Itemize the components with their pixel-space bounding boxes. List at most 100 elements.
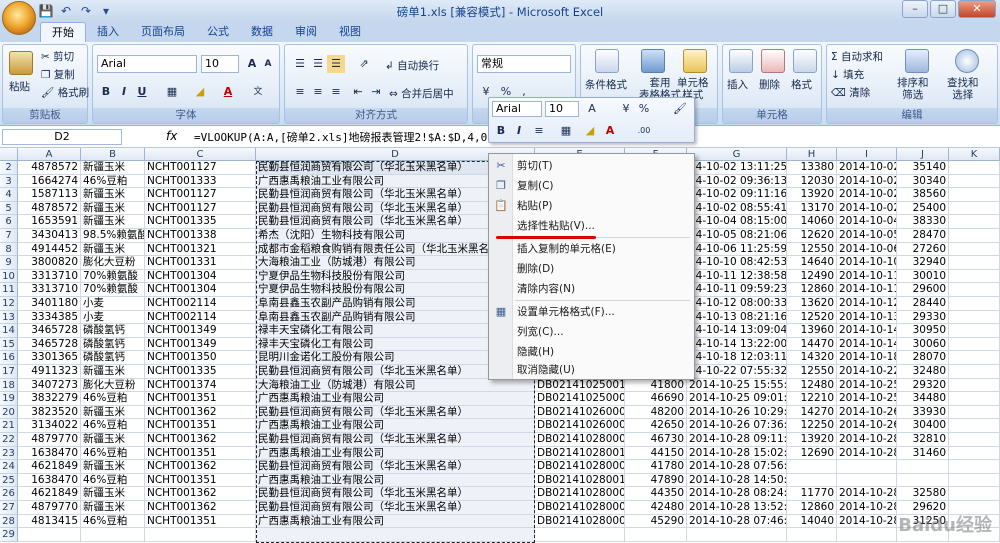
cell-k[interactable] [949, 229, 1000, 243]
mini-percent-icon[interactable]: % [635, 100, 653, 118]
cell-e[interactable] [535, 528, 625, 542]
cell-h[interactable]: 12030 [787, 174, 837, 189]
cell-c[interactable]: NCHT001127 [145, 188, 256, 202]
cell-e[interactable]: DB021410280010 [535, 473, 625, 488]
cell-i[interactable]: 2014-10-05 [837, 229, 897, 243]
cell-c[interactable]: NCHT001362 [145, 501, 256, 515]
mini-italic-icon[interactable]: I [510, 122, 528, 140]
row-header[interactable]: 24 [0, 460, 18, 474]
cell-c[interactable] [145, 528, 256, 542]
cell-b[interactable]: 新疆玉米 [81, 365, 145, 379]
menu-item-paste-special[interactable]: 选择性粘贴(V)... [489, 216, 694, 236]
cell-k[interactable] [949, 269, 1000, 284]
cell-b[interactable]: 70%赖氨酸 [81, 269, 145, 284]
cell-k[interactable] [949, 337, 1000, 352]
cell-h[interactable]: 12550 [787, 365, 837, 379]
cell-c[interactable]: NCHT001374 [145, 378, 256, 393]
cell-a[interactable]: 4914452 [18, 242, 81, 257]
cell-i[interactable]: 2014-10-11 [837, 269, 897, 284]
cell-i[interactable]: 2014-10-11 [837, 283, 897, 297]
cell-g[interactable]: 14-10-14 13:09:04 [687, 324, 787, 338]
wrap-text-button[interactable]: ↲ 自动换行 [385, 58, 439, 73]
cell-g[interactable]: 14-10-02 13:11:25 [687, 161, 787, 175]
cell-f[interactable]: 45290 [625, 514, 687, 529]
row-header[interactable]: 5 [0, 201, 18, 216]
cell-i[interactable]: 2014-10-18 [837, 351, 897, 365]
cell-h[interactable]: 12480 [787, 378, 837, 393]
row-header[interactable]: 16 [0, 351, 18, 365]
cell-i[interactable]: 2014-10-28 [837, 487, 897, 501]
cell-h[interactable]: 12860 [787, 501, 837, 515]
cell-d[interactable]: 民勤县恒润商贸有限公司（华北玉米黑名单） [256, 460, 535, 474]
cell-k[interactable] [949, 215, 1000, 229]
cell-e[interactable]: DB021410250004 [535, 392, 625, 406]
cell-g[interactable]: 14-10-02 08:55:41 [687, 201, 787, 216]
cell-j[interactable] [897, 460, 949, 474]
menu-item-copy[interactable]: ❐ 复制(C) [489, 176, 694, 196]
row-header[interactable]: 26 [0, 487, 18, 501]
cell-b[interactable] [81, 528, 145, 542]
cell-i[interactable]: 2014-10-02 [837, 188, 897, 202]
delete-cells-icon[interactable] [761, 49, 785, 73]
delete-cells-button[interactable]: 删除 [759, 77, 780, 92]
row-header[interactable]: 17 [0, 365, 18, 379]
cell-b[interactable]: 小麦 [81, 310, 145, 325]
row-header[interactable]: 27 [0, 501, 18, 515]
cell-k[interactable] [949, 487, 1000, 501]
cell-b[interactable]: 新疆玉米 [81, 487, 145, 501]
insert-cells-icon[interactable] [729, 49, 753, 73]
tab-review[interactable]: 审阅 [284, 22, 328, 42]
fill-color-icon[interactable]: ◢ [191, 83, 209, 101]
row-header[interactable]: 22 [0, 433, 18, 447]
format-cells-icon[interactable] [793, 49, 817, 73]
cell-g[interactable]: 2014-10-28 09:11:31 [687, 433, 787, 447]
cell-j[interactable]: 30340 [897, 174, 949, 189]
cell-i[interactable]: 2014-10-02 [837, 161, 897, 175]
mini-format-painter-icon[interactable]: 🖌 [671, 100, 689, 118]
undo-icon[interactable]: ↶ [58, 3, 74, 19]
close-button[interactable]: ✕ [958, 0, 996, 18]
row-header[interactable]: 9 [0, 256, 18, 270]
cell-a[interactable]: 1653591 [18, 215, 81, 229]
cell-j[interactable]: 32810 [897, 433, 949, 447]
cell-g[interactable]: 14-10-18 12:03:11 [687, 351, 787, 365]
font-size-box[interactable]: 10 [201, 55, 239, 73]
cell-k[interactable] [949, 446, 1000, 461]
cell-c[interactable]: NCHT001321 [145, 242, 256, 257]
cell-h[interactable]: 14040 [787, 514, 837, 529]
cell-a[interactable]: 3134022 [18, 419, 81, 433]
cell-g[interactable]: 14-10-11 09:59:23 [687, 283, 787, 297]
cell-c[interactable]: NCHT001351 [145, 473, 256, 488]
format-painter-button[interactable]: 🖌 格式刷 [41, 85, 89, 100]
cell-f[interactable] [625, 528, 687, 542]
cell-d[interactable]: 大海粮油工业（防城港）有限公司 [256, 378, 535, 393]
cell-g[interactable]: 14-10-02 09:11:16 [687, 188, 787, 202]
tab-page-layout[interactable]: 页面布局 [130, 22, 196, 42]
cell-c[interactable]: NCHT001350 [145, 351, 256, 365]
cell-g[interactable]: 14-10-14 13:22:00 [687, 337, 787, 352]
cell-i[interactable]: 2014-10-14 [837, 324, 897, 338]
cell-i[interactable]: 2014-10-28 [837, 446, 897, 461]
row-header[interactable]: 21 [0, 419, 18, 433]
mini-font-box[interactable]: Arial [492, 101, 542, 117]
cell-i[interactable]: 2014-10-10 [837, 256, 897, 270]
cell-j[interactable]: 32480 [897, 365, 949, 379]
cell-b[interactable]: 新疆玉米 [81, 161, 145, 175]
cell-c[interactable]: NCHT001362 [145, 433, 256, 447]
cell-h[interactable]: 12860 [787, 283, 837, 297]
cell-b[interactable]: 新疆玉米 [81, 433, 145, 447]
cell-a[interactable]: 4813415 [18, 514, 81, 529]
row-header[interactable]: 12 [0, 297, 18, 311]
cell-c[interactable]: NCHT001362 [145, 405, 256, 420]
cell-e[interactable]: DB021410280011 [535, 446, 625, 461]
cell-a[interactable]: 1638470 [18, 446, 81, 461]
mini-border-icon[interactable]: ▦ [557, 122, 575, 140]
row-header[interactable]: 4 [0, 188, 18, 202]
cell-d[interactable]: 民勤县恒润商贸有限公司（华北玉米黑名单） [256, 433, 535, 447]
cell-e[interactable]: DB021410260006 [535, 405, 625, 420]
insert-cells-button[interactable]: 插入 [727, 77, 748, 92]
underline-icon[interactable]: U [133, 83, 151, 101]
cell-h[interactable]: 14320 [787, 351, 837, 365]
cell-e[interactable]: DB021410280008 [535, 501, 625, 515]
cell-i[interactable]: 2014-10-28 [837, 433, 897, 447]
